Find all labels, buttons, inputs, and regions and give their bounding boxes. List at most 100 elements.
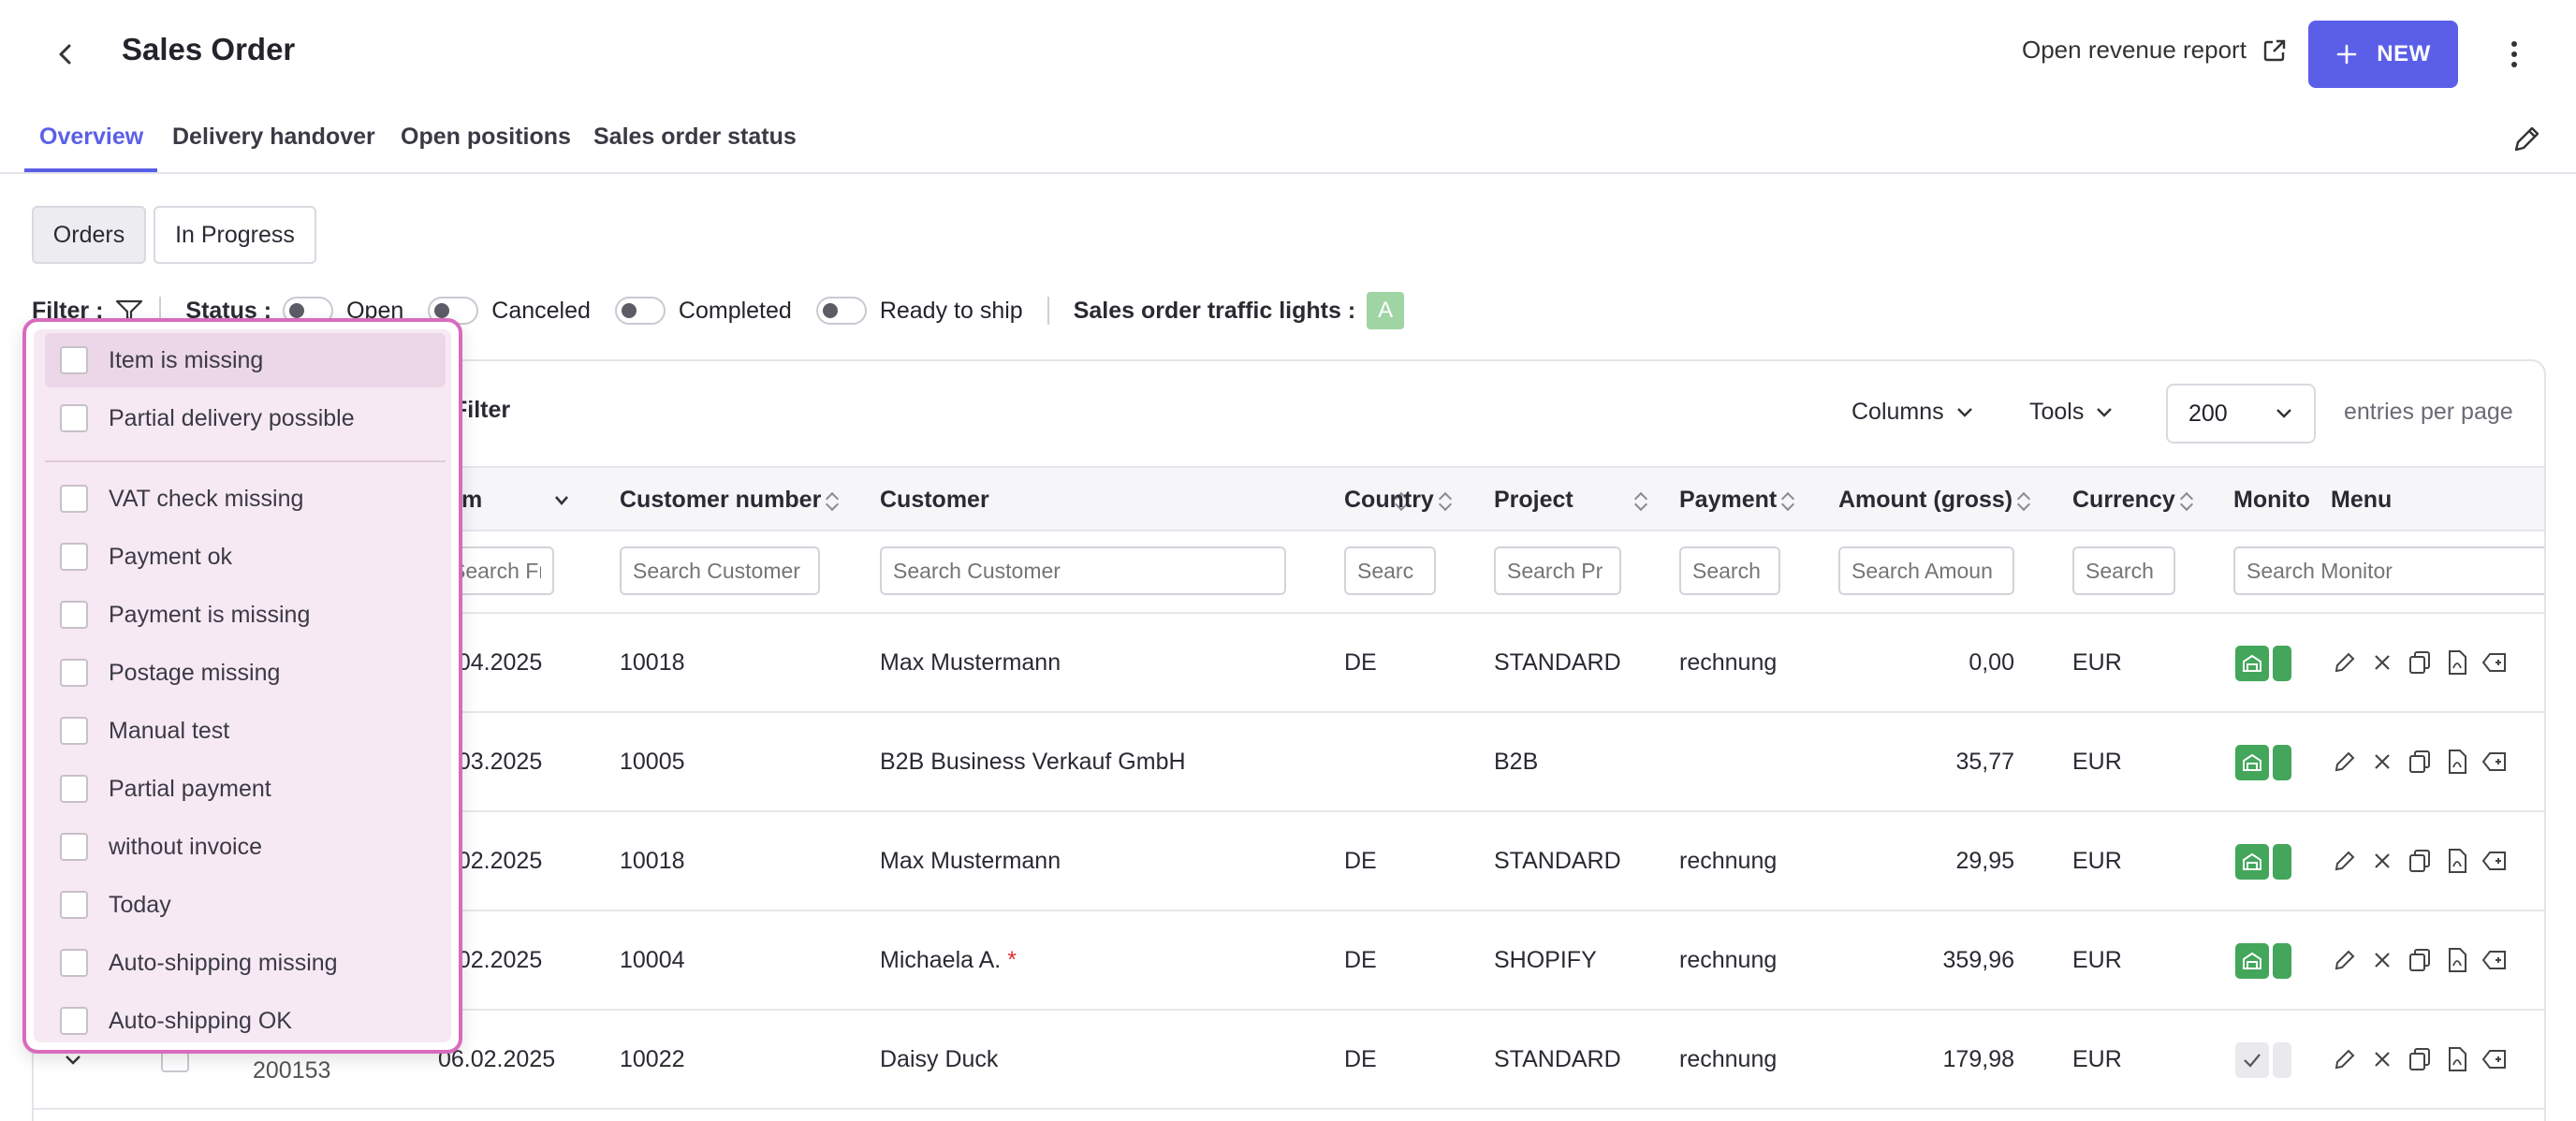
filter-option-partial-payment[interactable]: Partial payment (45, 762, 446, 816)
search-amount-input[interactable] (1838, 546, 2014, 595)
column-header-currency[interactable]: Currency (2072, 487, 2192, 514)
checkbox[interactable] (60, 1007, 88, 1035)
cell-country: DE (1344, 848, 1377, 874)
cell-customer: Michaela A. * (880, 947, 1017, 974)
option-label: Payment is missing (109, 601, 311, 628)
copy-icon[interactable] (2406, 648, 2434, 677)
search-project-input[interactable] (1494, 546, 1621, 595)
back-button[interactable] (49, 37, 82, 71)
checkbox[interactable] (60, 485, 88, 513)
edit-icon[interactable] (2331, 945, 2359, 975)
traffic-light-a-badge[interactable]: A (1367, 292, 1405, 329)
search-monitor-input[interactable] (2233, 546, 2544, 595)
cancel-icon[interactable] (2368, 648, 2396, 677)
columns-menu-button[interactable]: Columns (1852, 399, 1974, 426)
column-header-customer-number[interactable]: Customer number (620, 487, 838, 514)
copy-icon[interactable] (2406, 1044, 2434, 1074)
cell-currency: EUR (2072, 1046, 2122, 1072)
pdf-icon[interactable] (2443, 945, 2471, 975)
search-customer-number-input[interactable] (620, 546, 820, 595)
edit-pencil-icon[interactable] (2510, 124, 2542, 155)
page-size-select[interactable]: 200 (2166, 384, 2316, 444)
segment-orders[interactable]: Orders (32, 206, 146, 264)
option-label: Today (109, 891, 171, 918)
filter-option-payment-ok[interactable]: Payment ok (45, 530, 446, 584)
edit-icon[interactable] (2331, 648, 2359, 677)
tab-overview[interactable]: Overview (39, 124, 143, 151)
more-options-icon[interactable] (2499, 34, 2529, 75)
return-icon[interactable] (2481, 648, 2509, 677)
return-icon[interactable] (2481, 846, 2509, 876)
column-header-monitor[interactable]: Monito (2233, 487, 2310, 514)
revenue-link-label: Open revenue report (2022, 36, 2247, 64)
edit-icon[interactable] (2331, 1044, 2359, 1074)
checkbox[interactable] (60, 543, 88, 571)
column-header-country[interactable]: Country (1344, 487, 1451, 514)
tools-menu-button[interactable]: Tools (2029, 399, 2114, 426)
column-header-payment[interactable]: Payment (1679, 487, 1793, 514)
filter-option-postage-missing[interactable]: Postage missing (45, 646, 446, 700)
row-actions (2331, 648, 2509, 677)
pdf-icon[interactable] (2443, 1044, 2471, 1074)
filter-option-today[interactable]: Today (45, 878, 446, 932)
checkbox[interactable] (60, 949, 88, 977)
filter-option-auto-shipping-ok[interactable]: Auto-shipping OK (45, 994, 446, 1048)
cancel-icon[interactable] (2368, 747, 2396, 777)
cell-amount: 0,00 (1969, 649, 2014, 676)
column-label: Customer (880, 487, 989, 513)
column-header-amount[interactable]: Amount (gross) (1838, 487, 2029, 514)
copy-icon[interactable] (2406, 945, 2434, 975)
search-country-input[interactable] (1344, 546, 1436, 595)
search-currency-input[interactable] (2072, 546, 2175, 595)
edit-icon[interactable] (2331, 747, 2359, 777)
cancel-icon[interactable] (2368, 945, 2396, 975)
checkbox[interactable] (60, 404, 88, 432)
cell-customer: Daisy Duck (880, 1046, 999, 1072)
checkbox[interactable] (60, 601, 88, 629)
pdf-icon[interactable] (2443, 846, 2471, 876)
pdf-icon[interactable] (2443, 648, 2471, 677)
filter-option-manual-test[interactable]: Manual test (45, 704, 446, 758)
tab-sales-order-status[interactable]: Sales order status (593, 124, 797, 151)
option-label: without invoice (109, 833, 262, 860)
filter-option-payment-is-missing[interactable]: Payment is missing (45, 588, 446, 642)
search-payment-input[interactable] (1679, 546, 1780, 595)
page-size-value: 200 (2188, 400, 2228, 427)
search-customer-input[interactable] (880, 546, 1286, 595)
cell-country: DE (1344, 947, 1377, 973)
column-header-customer[interactable]: Customer (880, 487, 1407, 514)
checkbox[interactable] (60, 833, 88, 861)
pdf-icon[interactable] (2443, 747, 2471, 777)
filter-option-auto-shipping-missing[interactable]: Auto-shipping missing (45, 936, 446, 990)
filter-option-vat-check-missing[interactable]: VAT check missing (45, 472, 446, 526)
status-completed-toggle[interactable] (614, 297, 666, 325)
checkbox[interactable] (60, 717, 88, 745)
return-icon[interactable] (2481, 1044, 2509, 1074)
cancel-icon[interactable] (2368, 1044, 2396, 1074)
cancel-icon[interactable] (2368, 846, 2396, 876)
segment-in-progress[interactable]: In Progress (154, 206, 316, 264)
checkbox[interactable] (60, 775, 88, 803)
chevron-left-icon (59, 44, 71, 65)
tab-delivery-handover[interactable]: Delivery handover (172, 124, 375, 151)
copy-icon[interactable] (2406, 846, 2434, 876)
copy-icon[interactable] (2406, 747, 2434, 777)
edit-icon[interactable] (2331, 846, 2359, 876)
tab-open-positions[interactable]: Open positions (401, 124, 571, 151)
new-button[interactable]: NEW (2308, 21, 2458, 88)
open-revenue-report-link[interactable]: Open revenue report (2022, 36, 2288, 65)
column-header-project[interactable]: Project (1494, 487, 1647, 514)
cell-project: STANDARD (1494, 848, 1621, 874)
order-number: 200153 (253, 1057, 331, 1084)
return-icon[interactable] (2481, 747, 2509, 777)
status-ready-to-ship-toggle[interactable] (815, 297, 867, 325)
monitor-warehouse-icon (2235, 745, 2269, 780)
cell-project: SHOPIFY (1494, 947, 1597, 973)
filter-option-item-is-missing[interactable]: Item is missing (45, 333, 446, 387)
filter-option-without-invoice[interactable]: without invoice (45, 820, 446, 874)
filter-option-partial-delivery-possible[interactable]: Partial delivery possible (45, 391, 446, 445)
checkbox[interactable] (60, 346, 88, 374)
return-icon[interactable] (2481, 945, 2509, 975)
checkbox[interactable] (60, 891, 88, 919)
checkbox[interactable] (60, 659, 88, 687)
